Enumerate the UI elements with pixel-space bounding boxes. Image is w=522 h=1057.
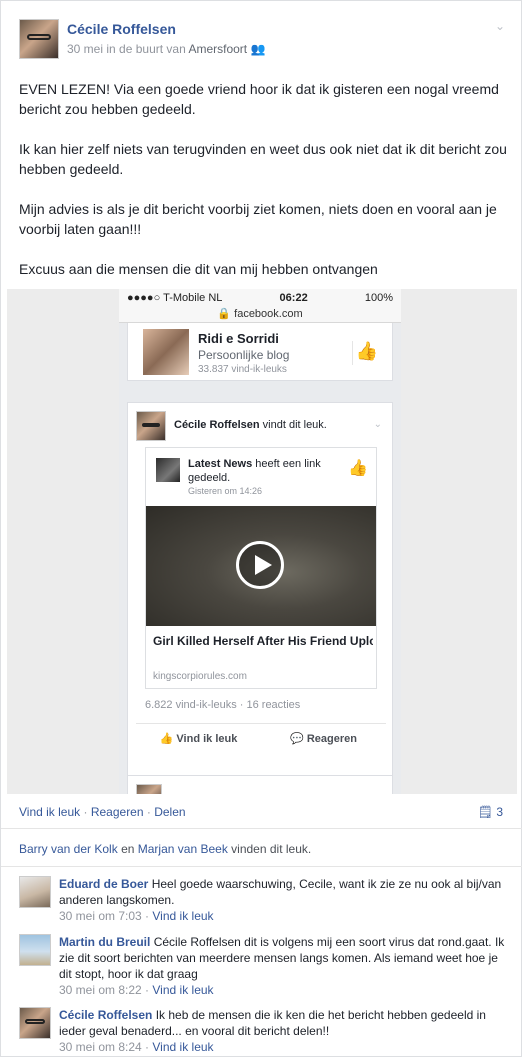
comment-meta: 30 mei om 8:22 · Vind ik leuk	[59, 983, 214, 997]
blog-card: Ridi e Sorridi Persoonlijke blog 33.837 …	[127, 323, 393, 381]
likes-joiner: en	[121, 842, 135, 856]
source-name: Latest News	[188, 458, 253, 470]
comment-like-link[interactable]: Vind ik leuk	[152, 909, 213, 923]
comment: Martin du Breuil Cécile Roffelsen dit is…	[19, 934, 509, 998]
share-link[interactable]: Delen	[154, 805, 185, 819]
post-text: EVEN LEZEN! Via een goede vriend hoor ik…	[19, 79, 507, 299]
blog-type: Persoonlijke blog	[198, 348, 290, 362]
thumbs-up-icon: 👍	[348, 460, 368, 477]
url-bar: 🔒 facebook.com	[119, 307, 401, 323]
next-story-card	[127, 775, 393, 794]
url-text: facebook.com	[234, 308, 303, 320]
blog-likes: 33.837 vind-ik-leuks	[198, 364, 287, 375]
comment: Eduard de Boer Heel goede waarschuwing, …	[19, 876, 509, 926]
post-meta: 30 mei in de buurt van Amersfoort 👥	[67, 42, 265, 56]
phone-screen: ●●●●○ T-Mobile NL 06:22 100% 🔒 facebook.…	[119, 289, 401, 794]
liker-link[interactable]: Marjan van Beek	[138, 842, 228, 856]
comment-like-link[interactable]: Vind ik leuk	[152, 983, 213, 997]
commenter-name[interactable]: Cécile Roffelsen	[59, 1008, 152, 1022]
story-avatar	[136, 784, 162, 794]
comment-link[interactable]: Reageren	[91, 805, 144, 819]
status-time: 06:22	[279, 292, 308, 304]
comment-meta: 30 mei om 8:24 · Vind ik leuk	[59, 1040, 214, 1054]
chevron-down-icon: ⌄	[373, 419, 382, 430]
story-actions: 👍 Vind ik leuk 💬 Reageren	[136, 723, 386, 753]
blog-name: Ridi e Sorridi	[198, 331, 279, 346]
video-title: Girl Killed Herself After His Friend Upl…	[153, 634, 373, 648]
story-comment-action: 💬 Reageren	[261, 724, 386, 753]
author-name[interactable]: Cécile Roffelsen	[67, 21, 176, 37]
comment-meta: 30 mei om 7:03 · Vind ik leuk	[59, 909, 214, 923]
commenter-avatar[interactable]	[19, 1007, 51, 1039]
story-action: vindt dit leuk.	[262, 419, 327, 431]
comment-body: Eduard de Boer Heel goede waarschuwing, …	[59, 876, 511, 908]
video-thumbnail	[146, 506, 376, 626]
blog-thumbnail	[143, 329, 189, 375]
link-share-time: Gisteren om 14:26	[188, 486, 263, 496]
divider	[1, 866, 522, 867]
carrier-signal: ●●●●○ T-Mobile NL	[127, 292, 223, 304]
audience-friends-icon[interactable]: 👥	[250, 42, 265, 56]
story-header: Cécile Roffelsen vindt dit leuk.	[174, 419, 327, 431]
comment-time[interactable]: 30 mei om 7:03	[59, 909, 142, 923]
liker-link[interactable]: Barry van der Kolk	[19, 842, 118, 856]
play-icon	[236, 541, 284, 589]
battery-level: 100%	[364, 292, 393, 304]
link-share-card: Latest News heeft een link gedeeld. Gist…	[145, 447, 377, 689]
comment-like-link[interactable]: Vind ik leuk	[152, 1040, 213, 1054]
author-avatar[interactable]	[19, 19, 59, 59]
comment-count-value: 3	[496, 805, 503, 819]
video-site: kingscorpiorules.com	[153, 671, 247, 682]
story-avatar	[136, 411, 166, 441]
post-paragraph: Mijn advies is als je dit bericht voorbi…	[19, 201, 497, 237]
phone-status-bar: ●●●●○ T-Mobile NL 06:22 100%	[119, 289, 401, 307]
commenter-name[interactable]: Eduard de Boer	[59, 877, 148, 891]
avatar-glasses	[25, 1019, 45, 1024]
commenter-avatar[interactable]	[19, 876, 51, 908]
comment-time[interactable]: 30 mei om 8:24	[59, 1040, 142, 1054]
post-date[interactable]: 30 mei	[67, 42, 103, 56]
link-share-header: Latest News heeft een link gedeeld.	[188, 457, 338, 485]
post-location[interactable]: Amersfoort	[188, 42, 247, 56]
comment-body: Cécile Roffelsen Ik heb de mensen die ik…	[59, 1007, 511, 1039]
shared-story-card: Cécile Roffelsen vindt dit leuk. ⌄ Lates…	[127, 402, 393, 794]
likes-summary: Barry van der Kolk en Marjan van Beek vi…	[19, 842, 311, 856]
commenter-name[interactable]: Martin du Breuil	[59, 935, 150, 949]
post-paragraph: EVEN LEZEN! Via een goede vriend hoor ik…	[19, 81, 499, 117]
comment-count[interactable]: 🗒 3	[478, 805, 503, 819]
lock-icon: 🔒	[217, 308, 232, 320]
commenter-avatar[interactable]	[19, 934, 51, 966]
avatar-glasses	[142, 422, 160, 427]
story-comment-label: Reageren	[306, 733, 357, 745]
location-prefix: in de buurt van	[106, 42, 186, 56]
likes-suffix: vinden dit leuk.	[231, 842, 312, 856]
comment-time[interactable]: 30 mei om 8:22	[59, 983, 142, 997]
post-card: Cécile Roffelsen 30 mei in de buurt van …	[0, 0, 522, 1057]
thumbs-up-icon: 👍	[159, 733, 174, 745]
source-avatar	[156, 458, 180, 482]
story-like-label: Vind ik leuk	[176, 733, 238, 745]
divider	[1, 828, 522, 829]
story-like-action: 👍 Vind ik leuk	[136, 724, 261, 753]
post-actions: Vind ik leuk · Reageren · Delen	[19, 805, 186, 819]
post-paragraph: Excuus aan die mensen die dit van mij he…	[19, 261, 378, 277]
post-paragraph: Ik kan hier zelf niets van terugvinden e…	[19, 141, 507, 177]
attached-screenshot[interactable]: ●●●●○ T-Mobile NL 06:22 100% 🔒 facebook.…	[7, 289, 517, 794]
thumbs-up-icon: 👍	[352, 341, 378, 365]
story-actor: Cécile Roffelsen	[174, 419, 260, 431]
chevron-down-icon[interactable]: ⌄	[495, 19, 505, 33]
comment-icon: 💬	[290, 733, 304, 745]
comment-icon: 🗒	[477, 805, 493, 819]
story-stats: 6.822 vind-ik-leuks · 16 reacties	[145, 699, 301, 711]
like-link[interactable]: Vind ik leuk	[19, 805, 80, 819]
comment: Cécile Roffelsen Ik heb de mensen die ik…	[19, 1007, 509, 1057]
avatar-glasses	[26, 34, 52, 40]
comment-body: Martin du Breuil Cécile Roffelsen dit is…	[59, 934, 511, 982]
